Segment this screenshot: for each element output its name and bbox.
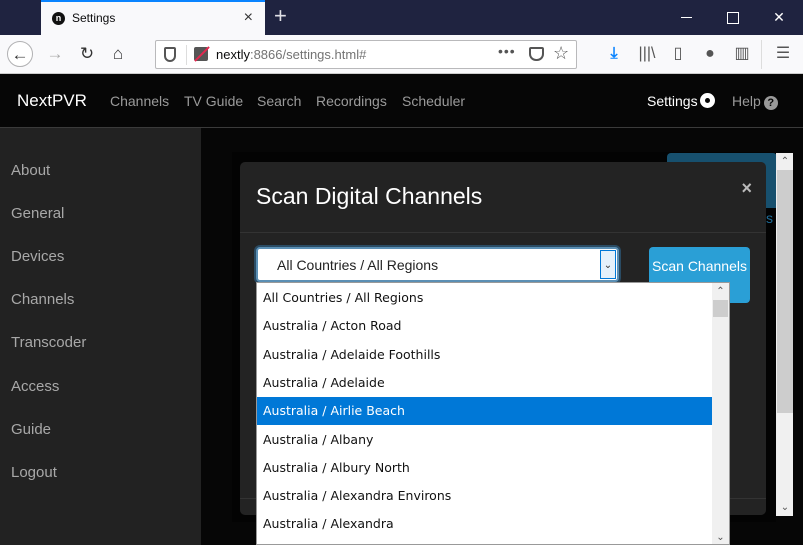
reload-button[interactable]: ↻	[74, 41, 100, 67]
nextpvr-favicon-icon: n	[52, 12, 65, 25]
brand-logo[interactable]: NextPVR	[17, 91, 87, 111]
dropdown-option[interactable]: Australia / Airlie Beach	[257, 397, 713, 426]
window-close-button[interactable]: ✕	[769, 8, 789, 26]
account-icon[interactable]: ●	[699, 42, 721, 66]
dropdown-option[interactable]: Australia / Adelaide Foothills	[257, 341, 713, 369]
bookmark-star-icon[interactable]: ☆	[553, 43, 569, 64]
question-circle-icon: ?	[763, 96, 778, 110]
new-tab-button[interactable]: +	[274, 5, 287, 27]
dropdown-option[interactable]: Australia / Albury North	[257, 454, 713, 482]
library-icon[interactable]: |||\	[636, 42, 658, 66]
back-button[interactable]: ←	[7, 41, 33, 67]
nav-link-search[interactable]: Search	[257, 93, 301, 109]
sidebar-item-access[interactable]: Access	[11, 378, 59, 395]
dropdown-scroll-down-icon[interactable]: ⌄	[712, 529, 729, 544]
modal-close-icon[interactable]: ×	[741, 178, 752, 199]
nav-link-scheduler[interactable]: Scheduler	[402, 93, 465, 109]
extensions-icon[interactable]: ▥	[731, 42, 753, 66]
nav-link-recordings[interactable]: Recordings	[316, 93, 387, 109]
gear-icon	[700, 94, 714, 107]
sidebar-item-about[interactable]: About	[11, 162, 50, 179]
page-actions-more-icon[interactable]: •••	[498, 43, 516, 59]
dropdown-option[interactable]: Australia / Alexandra	[257, 510, 713, 538]
sidebar-toggle-icon[interactable]: ▯	[667, 42, 689, 66]
toolbar-separator	[761, 40, 762, 69]
home-button[interactable]: ⌂	[105, 41, 131, 67]
dropdown-scroll-up-icon[interactable]: ⌃	[712, 283, 729, 300]
dropdown-option[interactable]: Australia / Adelaide	[257, 369, 713, 397]
app-navbar: NextPVR Channels TV Guide Search Recordi…	[0, 74, 803, 128]
browser-tab-settings[interactable]: n Settings ×	[41, 0, 265, 35]
region-dropdown-list[interactable]: All Countries / All Regions Australia / A…	[256, 282, 730, 545]
url-host: nextly	[216, 47, 250, 62]
nav-link-tv-guide[interactable]: TV Guide	[184, 93, 243, 109]
sidebar-item-general[interactable]: General	[11, 205, 64, 222]
dropdown-scrollbar[interactable]: ⌃ ⌄	[712, 283, 729, 544]
chevron-down-icon[interactable]: ⌄	[600, 250, 616, 279]
browser-toolbar: ← → ↻ ⌂ nextly:8866/settings.html# ••• ☆…	[0, 35, 803, 74]
sidebar-item-logout[interactable]: Logout	[11, 464, 57, 481]
forward-button[interactable]: →	[42, 41, 68, 67]
page-scroll-up-icon[interactable]: ⌃	[777, 153, 793, 170]
dropdown-scroll-thumb[interactable]	[713, 300, 728, 317]
url-separator	[186, 45, 187, 65]
page-scrollbar[interactable]: ⌃ ⌄	[776, 153, 793, 516]
dropdown-option[interactable]: Australia / Alexandra Environs	[257, 482, 713, 510]
sidebar-item-transcoder[interactable]: Transcoder	[11, 334, 86, 351]
nav-link-help[interactable]: Help?	[732, 93, 778, 110]
region-select[interactable]: All Countries / All Regions ⌄	[256, 247, 619, 282]
modal-header-divider	[240, 232, 766, 233]
dropdown-option[interactable]: Australia / Albany	[257, 426, 713, 454]
modal-title: Scan Digital Channels	[256, 183, 483, 209]
sidebar-item-guide[interactable]: Guide	[11, 421, 51, 438]
sidebar-item-channels[interactable]: Channels	[11, 291, 74, 308]
browser-titlebar: n Settings × + ✕	[0, 0, 803, 35]
hamburger-menu-icon[interactable]: ☰	[772, 42, 794, 66]
page-scroll-down-icon[interactable]: ⌄	[777, 499, 793, 516]
scan-channels-button-label: Scan Channels	[652, 258, 747, 274]
url-path: :8866/settings.html#	[249, 47, 367, 62]
sidebar-item-devices[interactable]: Devices	[11, 248, 64, 265]
nav-link-channels[interactable]: Channels	[110, 93, 169, 109]
tracking-protection-shield-icon[interactable]	[164, 47, 176, 62]
tab-close-icon[interactable]: ×	[244, 8, 253, 28]
url-text[interactable]: nextly:8866/settings.html#	[216, 47, 366, 62]
nav-link-settings[interactable]: Settings	[647, 93, 714, 109]
help-label: Help	[732, 93, 761, 109]
region-select-value: All Countries / All Regions	[277, 257, 439, 273]
dropdown-option[interactable]: Australia / Acton Road	[257, 312, 713, 340]
settings-label: Settings	[647, 93, 698, 109]
background-button-text: s	[766, 210, 773, 226]
tab-title: Settings	[72, 11, 116, 25]
dropdown-option[interactable]: All Countries / All Regions	[257, 284, 713, 312]
pocket-icon[interactable]	[529, 47, 544, 61]
settings-sidebar: About General Devices Channels Transcode…	[0, 128, 201, 545]
page-scroll-track[interactable]	[777, 413, 793, 499]
insecure-connection-icon[interactable]	[194, 47, 208, 61]
downloads-icon[interactable]: ⤓	[603, 42, 625, 66]
url-bar[interactable]: nextly:8866/settings.html# ••• ☆	[155, 40, 577, 69]
